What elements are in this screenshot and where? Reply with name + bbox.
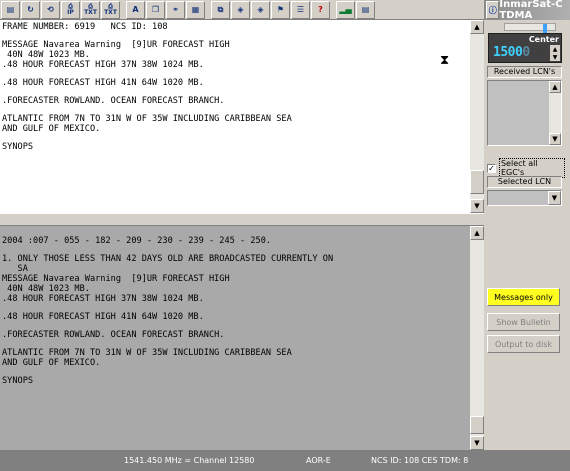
scroll-down-arrow-icon[interactable]: ▼ xyxy=(549,133,561,145)
font-icon[interactable]: A xyxy=(126,0,145,19)
device-icon[interactable]: ▤ xyxy=(356,0,375,19)
scroll-up-arrow-icon[interactable]: ▲ xyxy=(470,20,484,34)
signal-meter-icon[interactable]: ▂▄ xyxy=(336,0,355,19)
open-folder-icon[interactable]: ▤ xyxy=(1,0,20,19)
frequency-digits: 15000 xyxy=(493,45,530,60)
message-line xyxy=(2,70,468,78)
message-line xyxy=(2,304,468,312)
lcn-list-scrollbar[interactable]: ▲ ▼ xyxy=(549,81,561,145)
chevron-down-icon[interactable]: ▼ xyxy=(548,191,561,205)
refresh-icon[interactable]: ↻ xyxy=(21,0,40,19)
print-text-icon[interactable]: ⎙ TXT xyxy=(81,0,100,19)
message-line: ATLANTIC FROM 7N TO 31N W OF 35W INCLUDI… xyxy=(2,114,292,124)
selected-lcn-label: Selected LCN xyxy=(487,176,562,188)
message-line: 40N 48W 1023 MB. xyxy=(2,284,90,294)
messages-only-button[interactable]: Messages only xyxy=(487,288,560,306)
message-line xyxy=(2,32,468,40)
message-line: 40N 48W 1023 MB. xyxy=(2,50,90,60)
message-pane-lower[interactable]: 2004 :007 - 055 - 182 - 209 - 230 - 239 … xyxy=(0,226,470,450)
scroll-down-arrow-icon[interactable]: ▼ xyxy=(470,199,484,213)
scroll-down-arrow-icon[interactable]: ▼ xyxy=(470,436,484,450)
status-frequency: 1541.450 MHz = Channel 12580 xyxy=(124,456,255,465)
message-line xyxy=(2,246,468,254)
status-satellite: AOR-E xyxy=(306,456,331,465)
scroll-up-arrow-icon[interactable]: ▲ xyxy=(549,81,561,93)
upper-scrollbar[interactable]: ▲ ▼ xyxy=(470,20,484,213)
spin-up-icon: ▲ xyxy=(552,45,558,53)
status-ncs: NCS ID: 108 CES TDM: 8 xyxy=(371,456,469,465)
message-line xyxy=(2,228,468,236)
windows-icon[interactable]: ❐ xyxy=(146,0,165,19)
scroll-thumb[interactable] xyxy=(470,416,484,434)
frequency-spinner[interactable]: ▲ ▼ xyxy=(550,45,560,61)
message-line xyxy=(2,340,468,348)
frequency-display: Center 15000 ▲ ▼ xyxy=(488,33,562,63)
message-line: 1. ONLY THOSE LESS THAN 42 DAYS OLD ARE … xyxy=(2,254,334,264)
message-line: .48 HOUR FORECAST HIGH 37N 38W 1024 MB. xyxy=(2,60,204,70)
status-bar: 1541.450 MHz = Channel 12580 AOR-E NCS I… xyxy=(0,450,570,471)
message-line: SA xyxy=(2,264,28,274)
flag-icon[interactable]: ⚑ xyxy=(271,0,290,19)
info-icon[interactable]: ⓘ xyxy=(486,1,500,19)
message-line: AND GULF OF MEXICO. xyxy=(2,124,101,134)
control-panel: Center 15000 ▲ ▼ Received LCN's ▲ ▼ ✓ Sel… xyxy=(484,20,570,450)
message-line: 2004 :007 - 055 - 182 - 209 - 230 - 239 … xyxy=(2,236,272,246)
message-line: .48 HOUR FORECAST HIGH 41N 64W 1020 MB. xyxy=(2,78,204,88)
message-line xyxy=(2,322,468,330)
message-line xyxy=(2,134,468,142)
received-lcns-label: Received LCN's xyxy=(487,66,562,78)
selected-lcn-dropdown[interactable]: ▼ xyxy=(487,190,562,206)
center-label[interactable]: Center xyxy=(529,35,559,44)
show-bulletin-button[interactable]: Show Bulletin xyxy=(487,313,560,331)
lower-scrollbar[interactable]: ▲ ▼ xyxy=(470,226,484,450)
help-icon[interactable]: ? xyxy=(311,0,330,19)
shield-alt-icon[interactable]: ◈ xyxy=(251,0,270,19)
select-all-egcs-label: Select all EGC's xyxy=(498,158,565,178)
ip-print-icon[interactable]: ⎙ IP xyxy=(61,0,80,19)
scroll-thumb[interactable] xyxy=(470,170,484,194)
message-line: .48 HOUR FORECAST HIGH 37N 38W 1024 MB. xyxy=(2,294,204,304)
shield-icon[interactable]: ◈ xyxy=(231,0,250,19)
message-line xyxy=(2,106,468,114)
title-bar: ⓘ InmarSat-C TDMA xyxy=(484,0,570,21)
checkbox-box[interactable]: ✓ xyxy=(487,163,496,173)
message-line: FRAME NUMBER: 6919 NCS ID: 108 xyxy=(2,22,168,32)
message-line: ATLANTIC FROM 7N TO 31N W OF 35W INCLUDI… xyxy=(2,348,292,358)
binoculars-icon[interactable]: ⚭ xyxy=(166,0,185,19)
toolbar: ▤ ↻ ⟲ ⎙ IP ⎙ TXT ⎙ TXT A ❐ ⚭ ▦ ⧉ ◈ ◈ ⚑ ☰? ▂▄ ▤ xyxy=(0,0,484,20)
scroll-up-arrow-icon[interactable]: ▲ xyxy=(470,226,484,240)
copy-icon[interactable]: ⧉ xyxy=(211,0,230,19)
window-title: InmarSat-C TDMA xyxy=(499,0,563,21)
output-to-disk-button[interactable]: Output to disk xyxy=(487,335,560,353)
message-line: MESSAGE Navarea Warning [9]UR FORECAST H… xyxy=(2,274,230,284)
print-text-alt-icon[interactable]: ⎙ TXT xyxy=(101,0,120,19)
grid-table-icon[interactable]: ▦ xyxy=(186,0,205,19)
message-pane-upper[interactable]: FRAME NUMBER: 6919 NCS ID: 108 MESSAGE Na… xyxy=(0,20,470,213)
spin-down-icon: ▼ xyxy=(552,53,558,61)
database-refresh-icon[interactable]: ⟲ xyxy=(41,0,60,19)
message-line: AND GULF OF MEXICO. xyxy=(2,358,101,368)
message-line: SYNOPS xyxy=(2,142,34,152)
message-line: .FORECASTER ROWLAND. OCEAN FORECAST BRAN… xyxy=(2,330,225,340)
tuning-slider[interactable] xyxy=(504,23,556,34)
list-icon[interactable]: ☰ xyxy=(291,0,310,19)
message-line: .48 HOUR FORECAST HIGH 41N 64W 1020 MB. xyxy=(2,312,204,322)
message-line xyxy=(2,88,468,96)
message-line xyxy=(2,368,468,376)
received-lcns-list[interactable]: ▲ ▼ xyxy=(487,80,562,146)
pane-splitter[interactable] xyxy=(0,213,484,226)
message-line: SYNOPS xyxy=(2,376,34,386)
message-line: .FORECASTER ROWLAND. OCEAN FORECAST BRAN… xyxy=(2,96,225,106)
message-line: MESSAGE Navarea Warning [9]UR FORECAST H… xyxy=(2,40,230,50)
hourglass-icon: ⧗ xyxy=(440,53,450,68)
select-all-egcs-checkbox[interactable]: ✓ Select all EGC's xyxy=(487,158,565,178)
